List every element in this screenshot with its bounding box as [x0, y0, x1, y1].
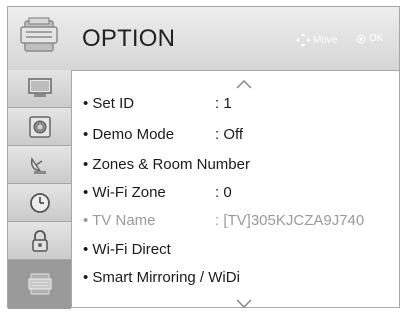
page-title: OPTION	[82, 25, 176, 52]
sidebar-item-sound[interactable]	[8, 108, 71, 146]
tv-name-label: • TV Name	[83, 212, 156, 229]
menu-header: OPTION Move OK	[8, 7, 399, 71]
option-menu-panel: OPTION Move OK • Set ID: 1 • Demo Mode …	[7, 6, 400, 309]
sidebar-item-time[interactable]	[8, 184, 71, 222]
ok-hint-label: OK	[369, 33, 384, 44]
sidebar-item-channel[interactable]	[8, 146, 71, 184]
move-hint-label: Move	[313, 34, 338, 46]
option-list: • Set ID : 1 • Demo Mode : Off • Zones &…	[71, 70, 399, 308]
scroll-down-arrow-icon[interactable]	[236, 299, 252, 308]
move-arrows-icon	[296, 33, 310, 47]
picture-icon	[28, 78, 52, 97]
ok-button-icon	[356, 34, 366, 43]
wifi-zone-value: : 0	[215, 184, 232, 201]
zones-room-number-label: • Zones & Room Number	[83, 156, 250, 173]
sidebar-item-option[interactable]	[8, 260, 71, 309]
set-id-value: : 1	[215, 95, 232, 112]
sidebar-item-picture[interactable]	[8, 70, 71, 108]
sound-icon	[29, 116, 51, 138]
demo-mode-value: : Off	[215, 126, 244, 143]
smart-mirroring-label: • Smart Mirroring / WiDi	[83, 269, 240, 286]
option-header-icon	[8, 7, 71, 70]
ok-hint: OK	[356, 33, 383, 44]
lock-icon	[32, 230, 48, 252]
wifi-zone-label: • Wi-Fi Zone	[83, 184, 166, 201]
category-sidebar	[8, 70, 72, 309]
scroll-up-arrow-icon[interactable]	[236, 80, 252, 89]
move-hint: Move	[296, 33, 337, 47]
tv-name-value: : [TV]305KJCZA9J740	[215, 212, 365, 229]
clock-icon	[30, 193, 50, 213]
wifi-direct-label: • Wi-Fi Direct	[83, 241, 171, 258]
sidebar-item-lock[interactable]	[8, 222, 71, 260]
satellite-dish-icon	[30, 157, 46, 174]
set-id-label: • Set ID	[83, 95, 135, 112]
option-icon	[28, 273, 52, 295]
demo-mode-label: • Demo Mode	[83, 126, 175, 143]
